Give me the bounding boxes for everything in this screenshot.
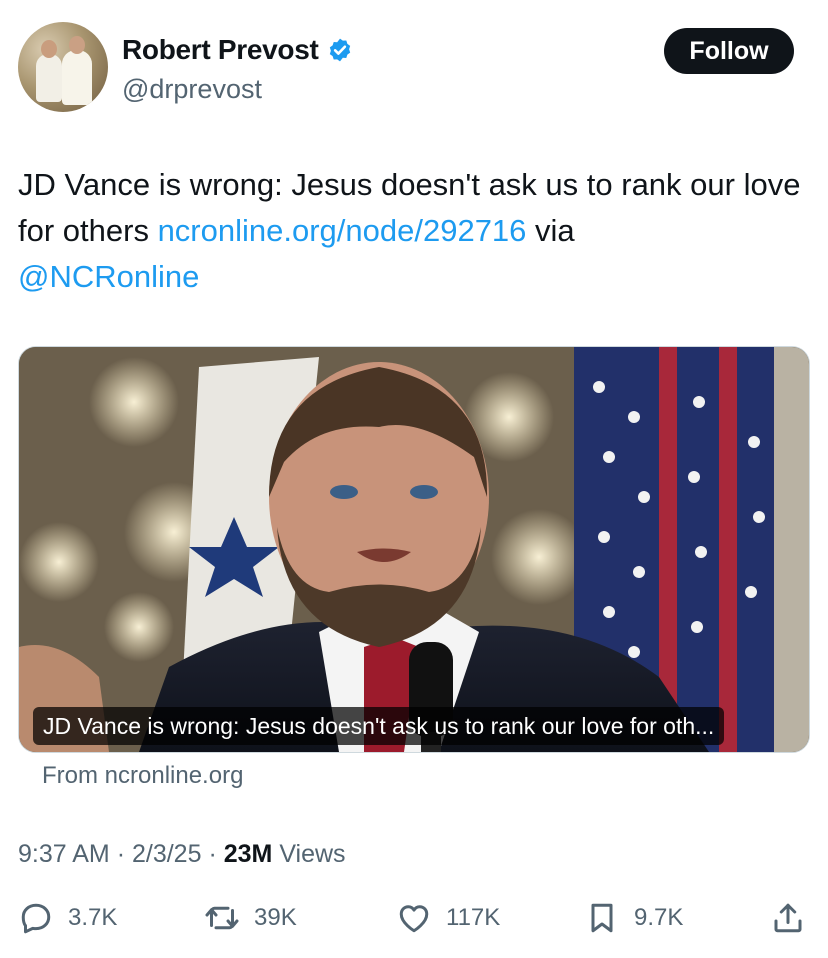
repost-count: 39K xyxy=(254,904,297,931)
tweet-time[interactable]: 9:37 AM xyxy=(18,840,110,868)
link-card[interactable]: JD Vance is wrong: Jesus doesn't ask us … xyxy=(18,346,810,753)
tweet-meta: 9:37 AM · 2/3/25 · 23M Views xyxy=(18,840,346,869)
like-button[interactable]: 117K xyxy=(396,900,500,936)
tweet-date[interactable]: 2/3/25 xyxy=(132,840,202,868)
views-label: Views xyxy=(279,840,346,868)
bookmark-icon xyxy=(591,903,613,933)
author-handle[interactable]: @drprevost xyxy=(122,74,262,105)
card-image xyxy=(19,347,809,752)
tweet-text: JD Vance is wrong: Jesus doesn't ask us … xyxy=(18,162,808,300)
views-count: 23M xyxy=(223,840,273,868)
action-bar: 3.7K 39K 117K 9.7K xyxy=(18,900,810,948)
avatar[interactable] xyxy=(18,22,108,112)
follow-button[interactable]: Follow xyxy=(664,28,794,74)
share-button[interactable] xyxy=(770,900,820,936)
tweet-link[interactable]: ncronline.org/node/292716 xyxy=(158,213,527,248)
tweet-text-part2: via xyxy=(526,213,575,248)
meta-separator: · xyxy=(208,840,224,868)
like-count: 117K xyxy=(446,904,501,931)
heart-icon xyxy=(399,905,429,933)
reply-icon xyxy=(21,903,51,934)
card-source[interactable]: From ncronline.org xyxy=(42,762,243,790)
meta-separator: · xyxy=(116,840,132,868)
repost-button[interactable]: 39K xyxy=(204,900,297,936)
bookmark-count: 9.7K xyxy=(634,904,684,931)
tweet-header: Robert Prevost @drprevost Follow xyxy=(18,22,794,114)
author-name-row[interactable]: Robert Prevost xyxy=(122,34,353,66)
tweet-mention[interactable]: @NCRonline xyxy=(18,259,199,294)
reply-count: 3.7K xyxy=(68,904,118,931)
bookmark-button[interactable]: 9.7K xyxy=(584,900,683,936)
reply-button[interactable]: 3.7K xyxy=(18,900,117,936)
share-icon xyxy=(774,903,802,933)
author-name[interactable]: Robert Prevost xyxy=(122,34,319,66)
repost-icon xyxy=(205,906,239,930)
card-caption: JD Vance is wrong: Jesus doesn't ask us … xyxy=(33,707,725,745)
verified-badge-icon xyxy=(329,38,350,62)
